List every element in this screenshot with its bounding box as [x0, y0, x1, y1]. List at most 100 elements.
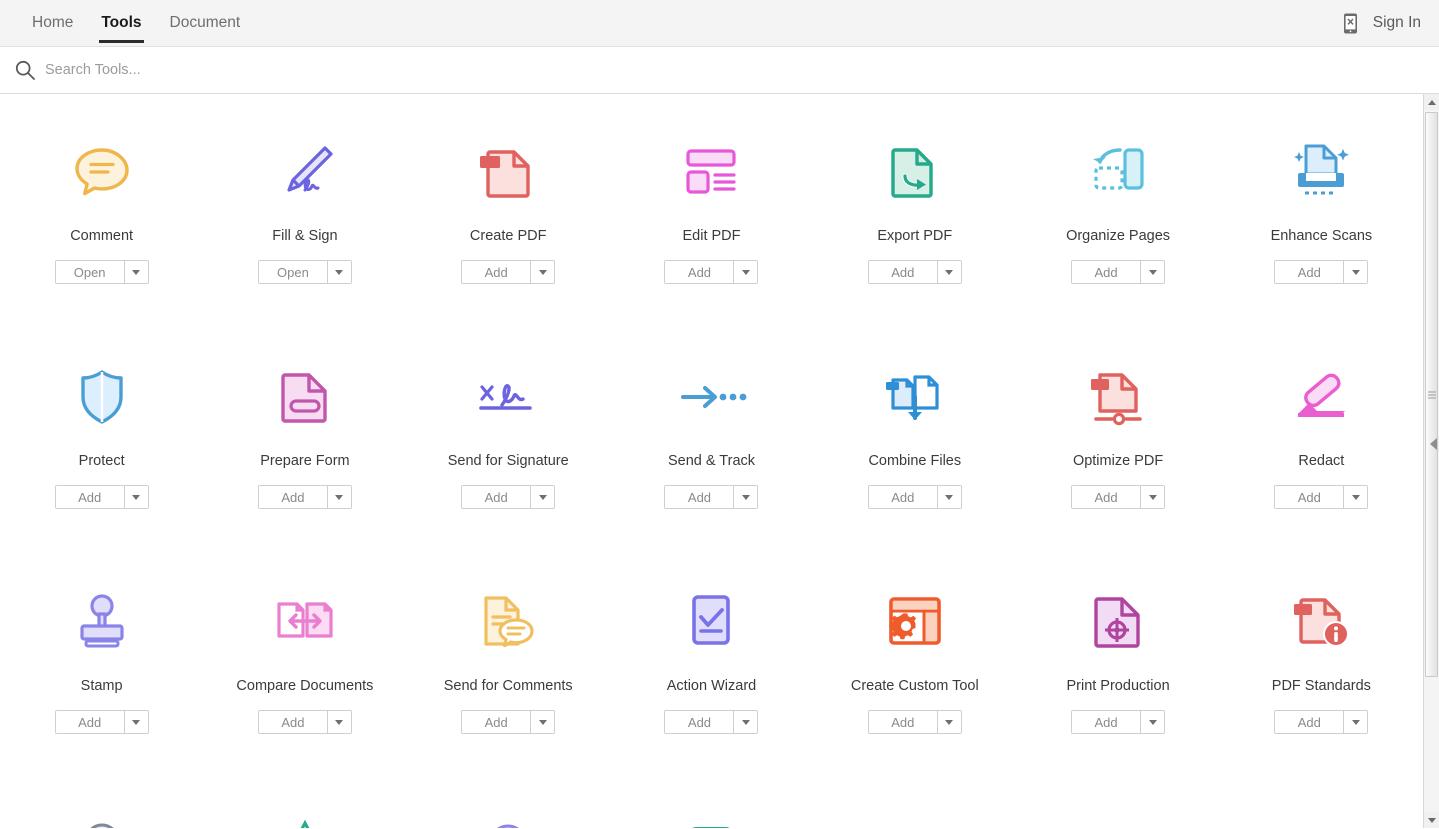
tool-action-button[interactable]: Add	[1275, 486, 1343, 508]
menu-tab-document[interactable]: Document	[156, 0, 255, 47]
tool-action-button[interactable]: Add	[259, 486, 327, 508]
tool-action-split-button[interactable]: Add	[55, 485, 149, 509]
tool-action-split-button[interactable]: Add	[1071, 260, 1165, 284]
tool-action-dropdown[interactable]	[1343, 711, 1367, 733]
tool-action-dropdown[interactable]	[530, 486, 554, 508]
tool-action-button[interactable]: Open	[259, 261, 327, 283]
tool-action-dropdown[interactable]	[124, 486, 148, 508]
tool-action-split-button[interactable]: Add	[1274, 485, 1368, 509]
tool-card-partial[interactable]	[813, 791, 1016, 828]
tool-card-fill-and-sign[interactable]: Fill & Sign Open	[203, 116, 406, 341]
tool-action-button[interactable]: Add	[869, 261, 937, 283]
tool-card-comment[interactable]: Comment Open	[0, 116, 203, 341]
scroll-down-arrow-icon[interactable]	[1424, 812, 1439, 828]
tool-action-split-button[interactable]: Add	[664, 710, 758, 734]
tool-card-create-pdf[interactable]: Create PDF Add	[407, 116, 610, 341]
tool-card-partial[interactable]	[1220, 791, 1423, 828]
tool-action-split-button[interactable]: Add	[1274, 710, 1368, 734]
menu-tab-tools[interactable]: Tools	[87, 0, 155, 47]
tool-card-print-production[interactable]: Print Production Add	[1016, 566, 1219, 791]
tool-action-button[interactable]: Add	[665, 486, 733, 508]
tool-card-prepare-form[interactable]: Prepare Form Add	[203, 341, 406, 566]
scrollbar-thumb[interactable]	[1425, 112, 1438, 677]
tool-action-dropdown[interactable]	[937, 261, 961, 283]
mobile-disconnected-icon[interactable]	[1342, 13, 1359, 34]
tool-action-dropdown[interactable]	[1140, 261, 1164, 283]
tool-card-stamp[interactable]: Stamp Add	[0, 566, 203, 791]
tool-action-dropdown[interactable]	[1343, 486, 1367, 508]
tool-action-split-button[interactable]: Open	[258, 260, 352, 284]
tool-card-send-for-comments[interactable]: Send for Comments Add	[407, 566, 610, 791]
tool-card-action-wizard[interactable]: Action Wizard Add	[610, 566, 813, 791]
menu-tab-home[interactable]: Home	[18, 0, 87, 47]
tool-card-edit-pdf[interactable]: Edit PDF Add	[610, 116, 813, 341]
tool-action-button[interactable]: Add	[1072, 486, 1140, 508]
tool-card-organize-pages[interactable]: Organize Pages Add	[1016, 116, 1219, 341]
tool-action-split-button[interactable]: Add	[1071, 710, 1165, 734]
tool-card-export-pdf[interactable]: Export PDF Add	[813, 116, 1016, 341]
tool-action-dropdown[interactable]	[937, 486, 961, 508]
tool-action-split-button[interactable]: Add	[55, 710, 149, 734]
tool-action-split-button[interactable]: Add	[461, 260, 555, 284]
tool-card-pdf-standards[interactable]: PDF Standards Add	[1220, 566, 1423, 791]
tool-action-dropdown[interactable]	[733, 261, 757, 283]
tool-action-button[interactable]: Add	[1072, 711, 1140, 733]
tool-card-send-and-track[interactable]: Send & Track Add	[610, 341, 813, 566]
tool-card-partial[interactable]	[407, 791, 610, 828]
tool-action-button[interactable]: Add	[259, 711, 327, 733]
sign-in-button[interactable]: Sign In	[1373, 14, 1425, 32]
tool-card-combine-files[interactable]: Combine Files Add	[813, 341, 1016, 566]
tool-action-dropdown[interactable]	[1140, 486, 1164, 508]
tool-action-button[interactable]: Add	[56, 486, 124, 508]
search-input[interactable]	[45, 62, 465, 78]
tool-action-dropdown[interactable]	[733, 711, 757, 733]
tool-action-dropdown[interactable]	[124, 711, 148, 733]
tool-action-button[interactable]: Add	[869, 711, 937, 733]
tool-action-split-button[interactable]: Add	[664, 260, 758, 284]
tool-action-button[interactable]: Add	[1072, 261, 1140, 283]
tool-card-compare-documents[interactable]: Compare Documents Add	[203, 566, 406, 791]
tool-card-partial[interactable]	[1016, 791, 1219, 828]
tool-action-dropdown[interactable]	[1140, 711, 1164, 733]
tool-action-button[interactable]: Add	[462, 486, 530, 508]
tool-card-partial[interactable]	[610, 791, 813, 828]
tool-action-dropdown[interactable]	[530, 261, 554, 283]
tool-action-split-button[interactable]: Add	[1071, 485, 1165, 509]
vertical-scrollbar[interactable]	[1423, 94, 1439, 828]
tool-action-button[interactable]: Add	[1275, 711, 1343, 733]
tool-action-button[interactable]: Open	[56, 261, 124, 283]
tool-action-button[interactable]: Add	[462, 711, 530, 733]
tool-action-button[interactable]: Add	[462, 261, 530, 283]
tool-action-split-button[interactable]: Add	[664, 485, 758, 509]
tool-action-split-button[interactable]: Add	[868, 485, 962, 509]
tool-action-dropdown[interactable]	[733, 486, 757, 508]
tool-card-protect[interactable]: Protect Add	[0, 341, 203, 566]
tool-action-dropdown[interactable]	[327, 261, 351, 283]
tool-card-redact[interactable]: Redact Add	[1220, 341, 1423, 566]
scroll-up-arrow-icon[interactable]	[1424, 94, 1439, 110]
tool-action-split-button[interactable]: Add	[461, 710, 555, 734]
tool-action-dropdown[interactable]	[327, 486, 351, 508]
tool-card-optimize-pdf[interactable]: Optimize PDF Add	[1016, 341, 1219, 566]
tool-action-button[interactable]: Add	[1275, 261, 1343, 283]
tool-card-partial[interactable]	[203, 791, 406, 828]
tool-action-split-button[interactable]: Add	[258, 485, 352, 509]
tool-action-dropdown[interactable]	[124, 261, 148, 283]
tool-action-split-button[interactable]: Add	[1274, 260, 1368, 284]
tool-action-split-button[interactable]: Open	[55, 260, 149, 284]
tool-action-dropdown[interactable]	[937, 711, 961, 733]
tool-action-dropdown[interactable]	[530, 711, 554, 733]
collapse-panel-icon[interactable]	[1428, 437, 1439, 451]
tool-card-create-custom-tool[interactable]: Create Custom Tool Add	[813, 566, 1016, 791]
tool-action-button[interactable]: Add	[665, 261, 733, 283]
tool-action-split-button[interactable]: Add	[461, 485, 555, 509]
tool-action-dropdown[interactable]	[327, 711, 351, 733]
scrollbar-track[interactable]	[1424, 110, 1439, 812]
tool-action-split-button[interactable]: Add	[868, 260, 962, 284]
tool-action-button[interactable]: Add	[869, 486, 937, 508]
tool-card-send-for-signature[interactable]: Send for Signature Add	[407, 341, 610, 566]
tool-action-dropdown[interactable]	[1343, 261, 1367, 283]
tool-action-button[interactable]: Add	[56, 711, 124, 733]
tool-action-split-button[interactable]: Add	[868, 710, 962, 734]
tool-card-enhance-scans[interactable]: Enhance Scans Add	[1220, 116, 1423, 341]
